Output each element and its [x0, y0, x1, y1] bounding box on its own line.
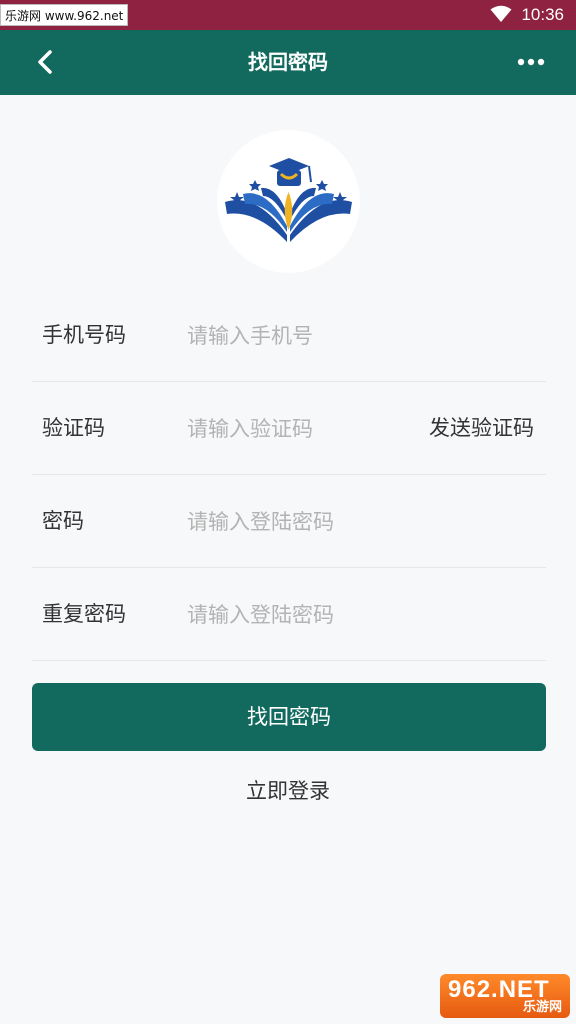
watermark-badge: 962.NET 乐游网: [440, 974, 570, 1018]
watermark-text: 乐游网 www.962.net: [0, 4, 129, 26]
chevron-left-icon[interactable]: [30, 46, 62, 78]
send-code-button[interactable]: 发送验证码: [429, 382, 534, 475]
code-row: 验证码 发送验证码: [32, 382, 546, 475]
recover-password-button[interactable]: 找回密码: [32, 683, 546, 751]
login-now-link[interactable]: 立即登录: [0, 775, 576, 805]
page-title: 找回密码: [248, 50, 328, 74]
code-input[interactable]: [187, 406, 417, 451]
password-row: 密码: [32, 475, 546, 568]
confirm-password-label: 重复密码: [42, 602, 126, 626]
phone-row: 手机号码: [32, 289, 546, 382]
app-logo: [217, 130, 360, 273]
more-horizontal-icon[interactable]: [516, 52, 546, 72]
wifi-icon: [490, 5, 512, 22]
confirm-password-row: 重复密码: [32, 568, 546, 661]
watermark-site-name: 乐游网: [522, 1000, 562, 1015]
password-input[interactable]: [187, 499, 417, 544]
phone-label: 手机号码: [42, 323, 126, 347]
status-time: 10:36: [521, 5, 564, 24]
confirm-password-input[interactable]: [187, 592, 417, 637]
nav-bar: 找回密码: [0, 30, 576, 95]
phone-input[interactable]: [187, 313, 417, 358]
education-book-cap-logo: [225, 158, 352, 242]
code-label: 验证码: [42, 416, 105, 440]
password-label: 密码: [42, 509, 84, 533]
status-bar: 乐游网 www.962.net 10:36: [0, 0, 576, 30]
